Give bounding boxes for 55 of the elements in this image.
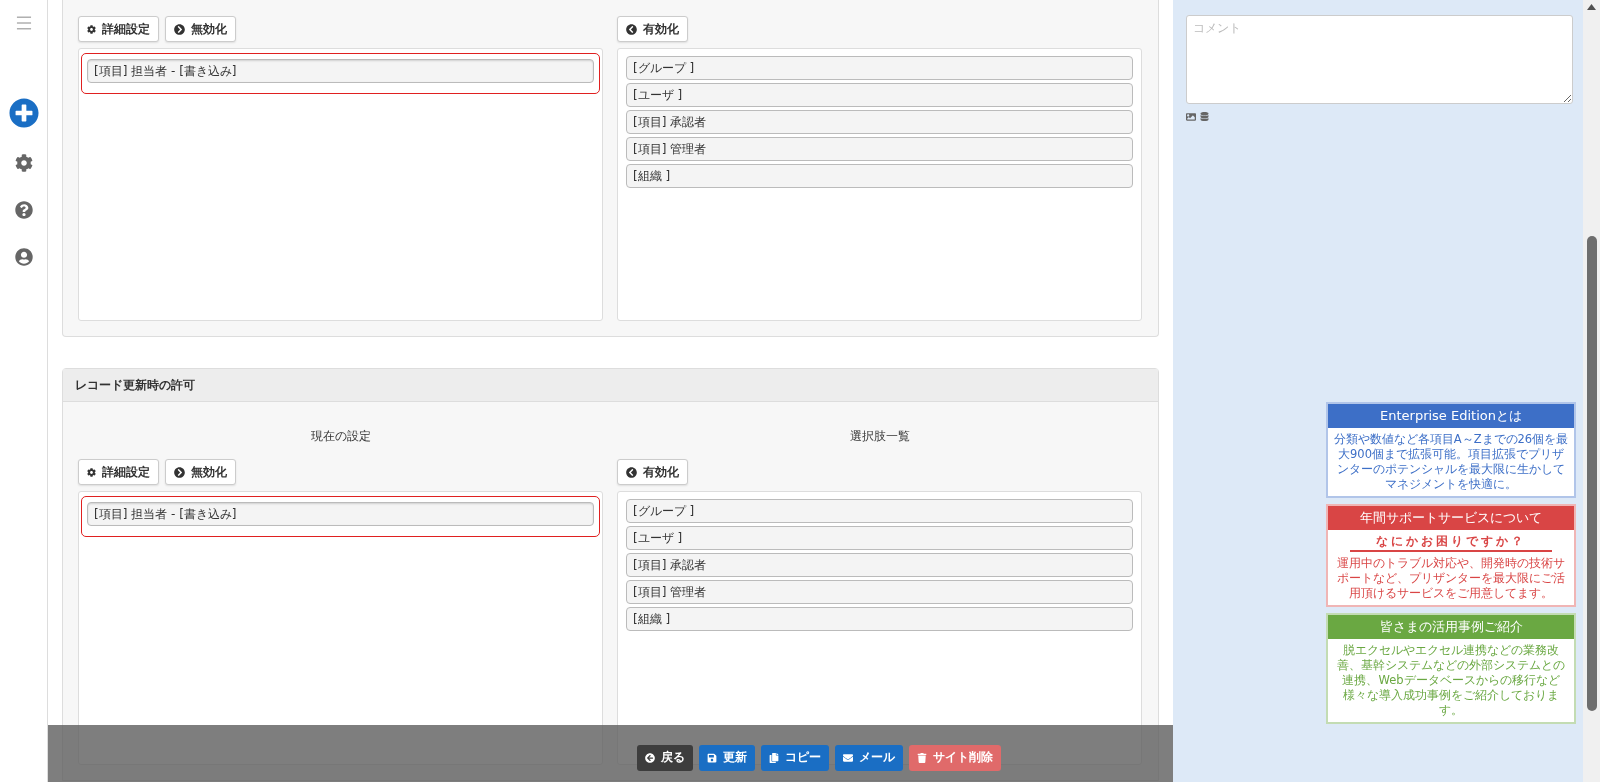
chevron-right-icon — [174, 466, 185, 478]
list-item[interactable]: [ユーザ ] — [626, 83, 1133, 107]
envelope-icon — [842, 752, 853, 763]
promo-title: Enterprise Editionとは — [1328, 404, 1574, 428]
enable-button[interactable]: 有効化 — [617, 459, 688, 485]
gear-icon — [87, 467, 96, 477]
list-item[interactable]: [項目] 担当者 - [書き込み] — [87, 59, 594, 83]
promo-text: 運用中のトラブル対応や、開発時の技術サポートなど、プリザンターを最大限にご活用頂けるサービスをご用意してます。 — [1336, 555, 1566, 602]
scrollbar[interactable] — [1583, 0, 1600, 782]
promo-title: 年間サポートサービスについて — [1328, 506, 1574, 530]
disable-button[interactable]: 無効化 — [165, 459, 236, 485]
list-item[interactable]: [組織 ] — [626, 164, 1133, 188]
update-button[interactable]: 更新 — [698, 744, 755, 771]
database-icon[interactable] — [1200, 112, 1209, 121]
list-item[interactable]: [グループ ] — [626, 56, 1133, 80]
help-icon[interactable] — [14, 201, 33, 219]
arrow-left-icon — [644, 752, 655, 763]
chevron-right-icon — [174, 23, 185, 35]
promo-text: 脱エクセルやエクセル連携などの業務改善、基幹システムなどの外部システムとの連携、Webデータベースからの移行など様々な導入成功事例をご紹介しております。 — [1336, 642, 1566, 719]
add-icon[interactable] — [8, 98, 39, 128]
chevron-left-icon — [626, 466, 637, 478]
settings-icon[interactable] — [14, 154, 33, 172]
list-item[interactable]: [ユーザ ] — [626, 526, 1133, 550]
mail-button[interactable]: メール — [834, 744, 903, 771]
list-item[interactable]: [項目] 担当者 - [書き込み] — [87, 502, 594, 526]
scroll-up-icon[interactable] — [1587, 4, 1596, 10]
scrollbar-thumb[interactable] — [1586, 236, 1597, 711]
promo-card[interactable]: 年間サポートサービスについて なにかお困りですか？ 運用中のトラブル対応や、開発時の技術サポートなど、プリザンターを最大限にご活用頂けるサービスをご用意してます。 — [1326, 504, 1576, 607]
list-item[interactable]: [グループ ] — [626, 499, 1133, 523]
copy-icon — [768, 752, 779, 763]
save-icon — [706, 752, 717, 763]
copy-button[interactable]: コピー — [760, 744, 829, 771]
column-label: 現在の設定 — [309, 428, 372, 445]
detail-settings-button[interactable]: 詳細設定 — [78, 16, 159, 42]
list-item[interactable]: [項目] 管理者 — [626, 137, 1133, 161]
disable-button[interactable]: 無効化 — [165, 16, 236, 42]
trash-icon — [916, 752, 927, 763]
promo-title: 皆さまの活用事例ご紹介 — [1328, 615, 1574, 639]
list-item[interactable]: [項目] 承認者 — [626, 110, 1133, 134]
promo-card[interactable]: Enterprise Editionとは 分類や数値など各項目A～Zまでの26個を最大900個まで拡張可能。項目拡張でプリザンターのポテンシャルを最大限に生かしてマネジメントを快適に。 — [1326, 402, 1576, 498]
chevron-left-icon — [626, 23, 637, 35]
gear-icon — [87, 24, 96, 34]
image-icon[interactable] — [1186, 112, 1196, 122]
promo-subtitle: なにかお困りですか？ — [1350, 533, 1552, 552]
promo-text: 分類や数値など各項目A～Zまでの26個を最大900個まで拡張可能。項目拡張でプリザンターのポテンシャルを最大限に生かしてマネジメントを快適に。 — [1332, 431, 1570, 493]
detail-settings-button[interactable]: 詳細設定 — [78, 459, 159, 485]
list-item[interactable]: [項目] 管理者 — [626, 580, 1133, 604]
column-label: 選択肢一覧 — [848, 428, 911, 445]
enable-button[interactable]: 有効化 — [617, 16, 688, 42]
list-item[interactable]: [項目] 承認者 — [626, 553, 1133, 577]
back-button[interactable]: 戻る — [636, 744, 693, 771]
user-icon[interactable] — [14, 248, 33, 266]
comment-field[interactable]: コメント — [1186, 15, 1573, 104]
list-item[interactable]: [組織 ] — [626, 607, 1133, 631]
panel-header: レコード更新時の許可 — [63, 369, 1158, 402]
